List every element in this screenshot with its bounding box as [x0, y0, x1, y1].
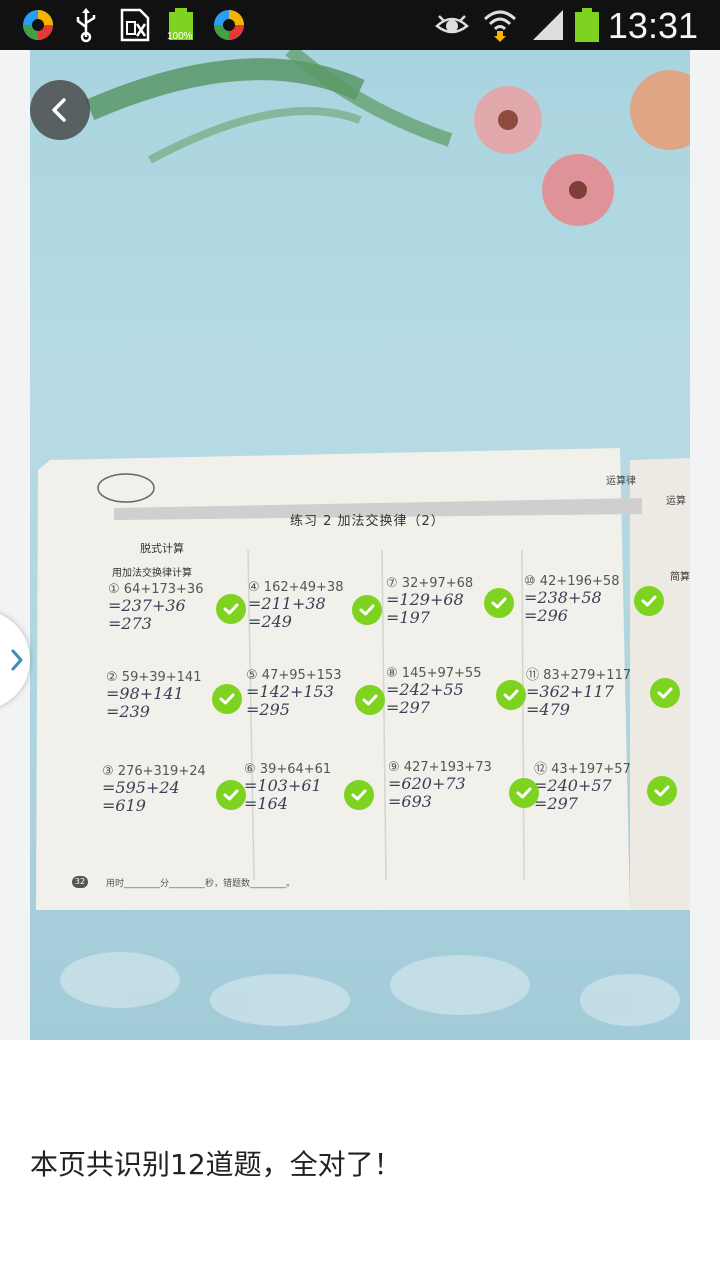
next-section-label: 简算	[670, 572, 690, 583]
signal-icon	[533, 10, 563, 40]
check-icon	[216, 594, 246, 624]
side-drawer-tab[interactable]	[0, 610, 30, 710]
back-button[interactable]	[30, 80, 90, 140]
check-icon	[216, 780, 246, 810]
chevron-right-icon	[11, 649, 23, 671]
battery-percent-label: 100%	[167, 31, 193, 42]
check-icon	[212, 684, 242, 714]
check-icon	[484, 588, 514, 618]
worksheet-title: 练习 2 加法交换律（2）	[290, 514, 445, 529]
usb-icon	[76, 8, 96, 43]
problem-item: ⑪ 83+279+117 =362+117 =479	[526, 668, 632, 719]
check-icon	[344, 780, 374, 810]
instruction-text: 用加法交换律计算	[112, 568, 192, 579]
wifi-icon	[483, 10, 517, 42]
check-icon	[509, 778, 539, 808]
problem-item: ⑨ 427+193+73 =620+73 =693	[388, 760, 492, 811]
check-icon	[352, 595, 382, 625]
eye-icon	[435, 15, 469, 34]
header-right-label-2: 运算	[666, 496, 686, 507]
check-icon	[634, 586, 664, 616]
clock: 13:31	[607, 5, 698, 46]
homework-photo: 运算律 运算 练习 2 加法交换律（2） 脱式计算 用加法交换律计算 简算 ① …	[30, 50, 690, 1040]
check-icon	[496, 680, 526, 710]
section-title: 脱式计算	[140, 542, 184, 555]
check-icon	[647, 776, 677, 806]
header-right-label: 运算律	[606, 476, 636, 487]
status-bar: 100% 13:31	[0, 0, 720, 50]
sim-icon	[120, 8, 150, 42]
recognition-result-text: 本页共识别12道题，全对了！	[30, 1148, 402, 1181]
photo-viewer: 运算律 运算 练习 2 加法交换律（2） 脱式计算 用加法交换律计算 简算 ① …	[0, 50, 720, 1040]
check-icon	[650, 678, 680, 708]
colorful-app-icon	[214, 10, 244, 40]
worksheet-footer: 用时________分________秒，错题数________。	[106, 879, 296, 889]
check-icon	[355, 685, 385, 715]
chevron-left-icon	[52, 98, 66, 122]
battery-icon	[575, 8, 599, 42]
colorful-app-icon	[23, 10, 53, 40]
worksheet: 运算律 运算 练习 2 加法交换律（2） 脱式计算 用加法交换律计算 简算 ① …	[30, 440, 690, 920]
page-number: 32	[72, 876, 88, 888]
